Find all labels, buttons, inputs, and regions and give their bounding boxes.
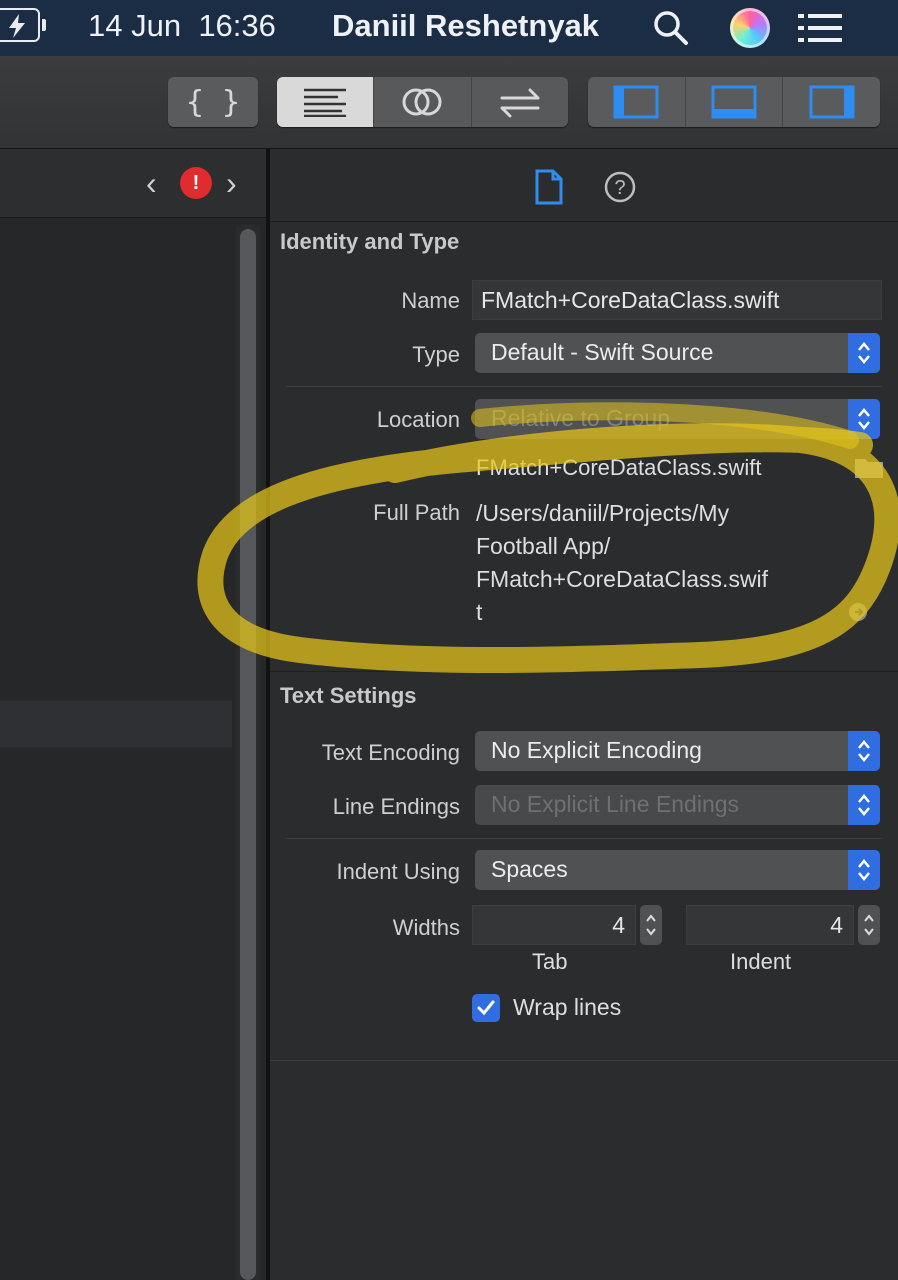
file-inspector-icon[interactable] [534, 169, 564, 210]
text-settings-section-title: Text Settings [280, 683, 417, 708]
tab-width-field[interactable]: 4 [472, 905, 636, 945]
full-path-line: t [476, 599, 483, 625]
file-inspector-panel: ? Identity and Type Name FMatch+CoreData… [270, 149, 898, 1280]
location-label: Location [376, 407, 460, 432]
menubar-user[interactable]: Daniil Reshetnyak [332, 8, 599, 44]
menubar-time: 16:36 [198, 8, 276, 43]
indent-using-label: Indent Using [336, 859, 460, 884]
braces-label: { } [185, 84, 241, 120]
tab-caption: Tab [532, 949, 568, 974]
chevron-updown-icon [848, 399, 880, 439]
menubar-date: 14 Jun [88, 8, 182, 43]
type-popup[interactable]: Default - Swift Source [475, 333, 880, 373]
scrollbar-thumb[interactable] [240, 229, 256, 1280]
xcode-toolbar: { } [0, 56, 898, 149]
indent-width-stepper[interactable] [858, 905, 880, 945]
identity-section-title: Identity and Type [280, 229, 460, 254]
wrap-lines-checkbox[interactable] [472, 994, 500, 1022]
indent-width-field[interactable]: 4 [686, 905, 854, 945]
chevron-updown-icon [848, 850, 880, 890]
full-path-line: /Users/daniil/Projects/My [476, 500, 730, 526]
library-braces-button[interactable]: { } [168, 77, 258, 127]
editor-pane: ‹ ! › [0, 149, 266, 1280]
indent-caption: Indent [730, 949, 792, 974]
text-encoding-label: Text Encoding [321, 740, 460, 765]
search-icon[interactable] [651, 8, 691, 53]
section-divider [270, 1060, 898, 1061]
name-label: Name [401, 288, 460, 313]
svg-text:?: ? [614, 177, 625, 199]
assistant-editor-icon[interactable] [374, 77, 472, 127]
standard-editor-icon[interactable] [277, 77, 375, 127]
section-divider [270, 671, 898, 672]
inspector-tab-bar: ? [270, 149, 898, 222]
navigator-panel-icon[interactable] [588, 77, 686, 127]
type-value: Default - Swift Source [491, 339, 714, 365]
debug-panel-icon[interactable] [686, 77, 784, 127]
location-file-name: FMatch+CoreDataClass.swift [476, 455, 762, 480]
reveal-in-finder-icon[interactable] [847, 601, 869, 628]
tab-width-stepper[interactable] [640, 905, 662, 945]
line-endings-value: No Explicit Line Endings [491, 791, 740, 817]
location-popup[interactable]: Relative to Group [475, 399, 880, 439]
wrap-lines-label[interactable]: Wrap lines [513, 994, 621, 1021]
text-encoding-popup[interactable]: No Explicit Encoding [475, 731, 880, 771]
battery-charging-icon[interactable] [0, 8, 40, 42]
full-path-line: Football App/ [476, 533, 611, 559]
widths-label: Widths [392, 915, 460, 940]
full-path-label: Full Path [373, 500, 460, 525]
menu-bar: 14 Jun 16:36 Daniil Reshetnyak [0, 0, 898, 56]
siri-icon[interactable] [730, 8, 770, 48]
separator [286, 386, 882, 387]
quick-help-icon[interactable]: ? [604, 171, 636, 208]
line-endings-label: Line Endings [332, 794, 460, 819]
full-path-line: FMatch+CoreDataClass.swif [476, 566, 769, 592]
editor-mode-segmented-control [277, 77, 568, 127]
text-encoding-value: No Explicit Encoding [491, 737, 702, 763]
line-endings-popup[interactable]: No Explicit Line Endings [475, 785, 880, 825]
current-line-highlight [0, 701, 232, 747]
previous-issue-button[interactable]: ‹ [146, 165, 157, 202]
panel-toggle-segmented-control [588, 77, 880, 127]
next-issue-button[interactable]: › [226, 165, 237, 202]
full-path-value[interactable]: /Users/daniil/Projects/My Football App/ … [476, 497, 856, 629]
separator [286, 838, 882, 839]
indent-using-popup[interactable]: Spaces [475, 850, 880, 890]
version-editor-icon[interactable] [472, 77, 568, 127]
indent-using-value: Spaces [491, 856, 568, 882]
type-label: Type [412, 342, 460, 367]
error-badge-icon[interactable]: ! [180, 167, 212, 199]
folder-icon[interactable] [854, 455, 884, 484]
chevron-updown-icon [848, 333, 880, 373]
utilities-panel-icon[interactable] [783, 77, 880, 127]
list-icon[interactable] [798, 12, 844, 49]
name-field[interactable]: FMatch+CoreDataClass.swift [472, 280, 882, 320]
chevron-updown-icon [848, 785, 880, 825]
chevron-updown-icon [848, 731, 880, 771]
location-value: Relative to Group [491, 405, 670, 431]
battery-tip [42, 19, 46, 31]
menubar-clock[interactable]: 14 Jun 16:36 [88, 8, 276, 44]
